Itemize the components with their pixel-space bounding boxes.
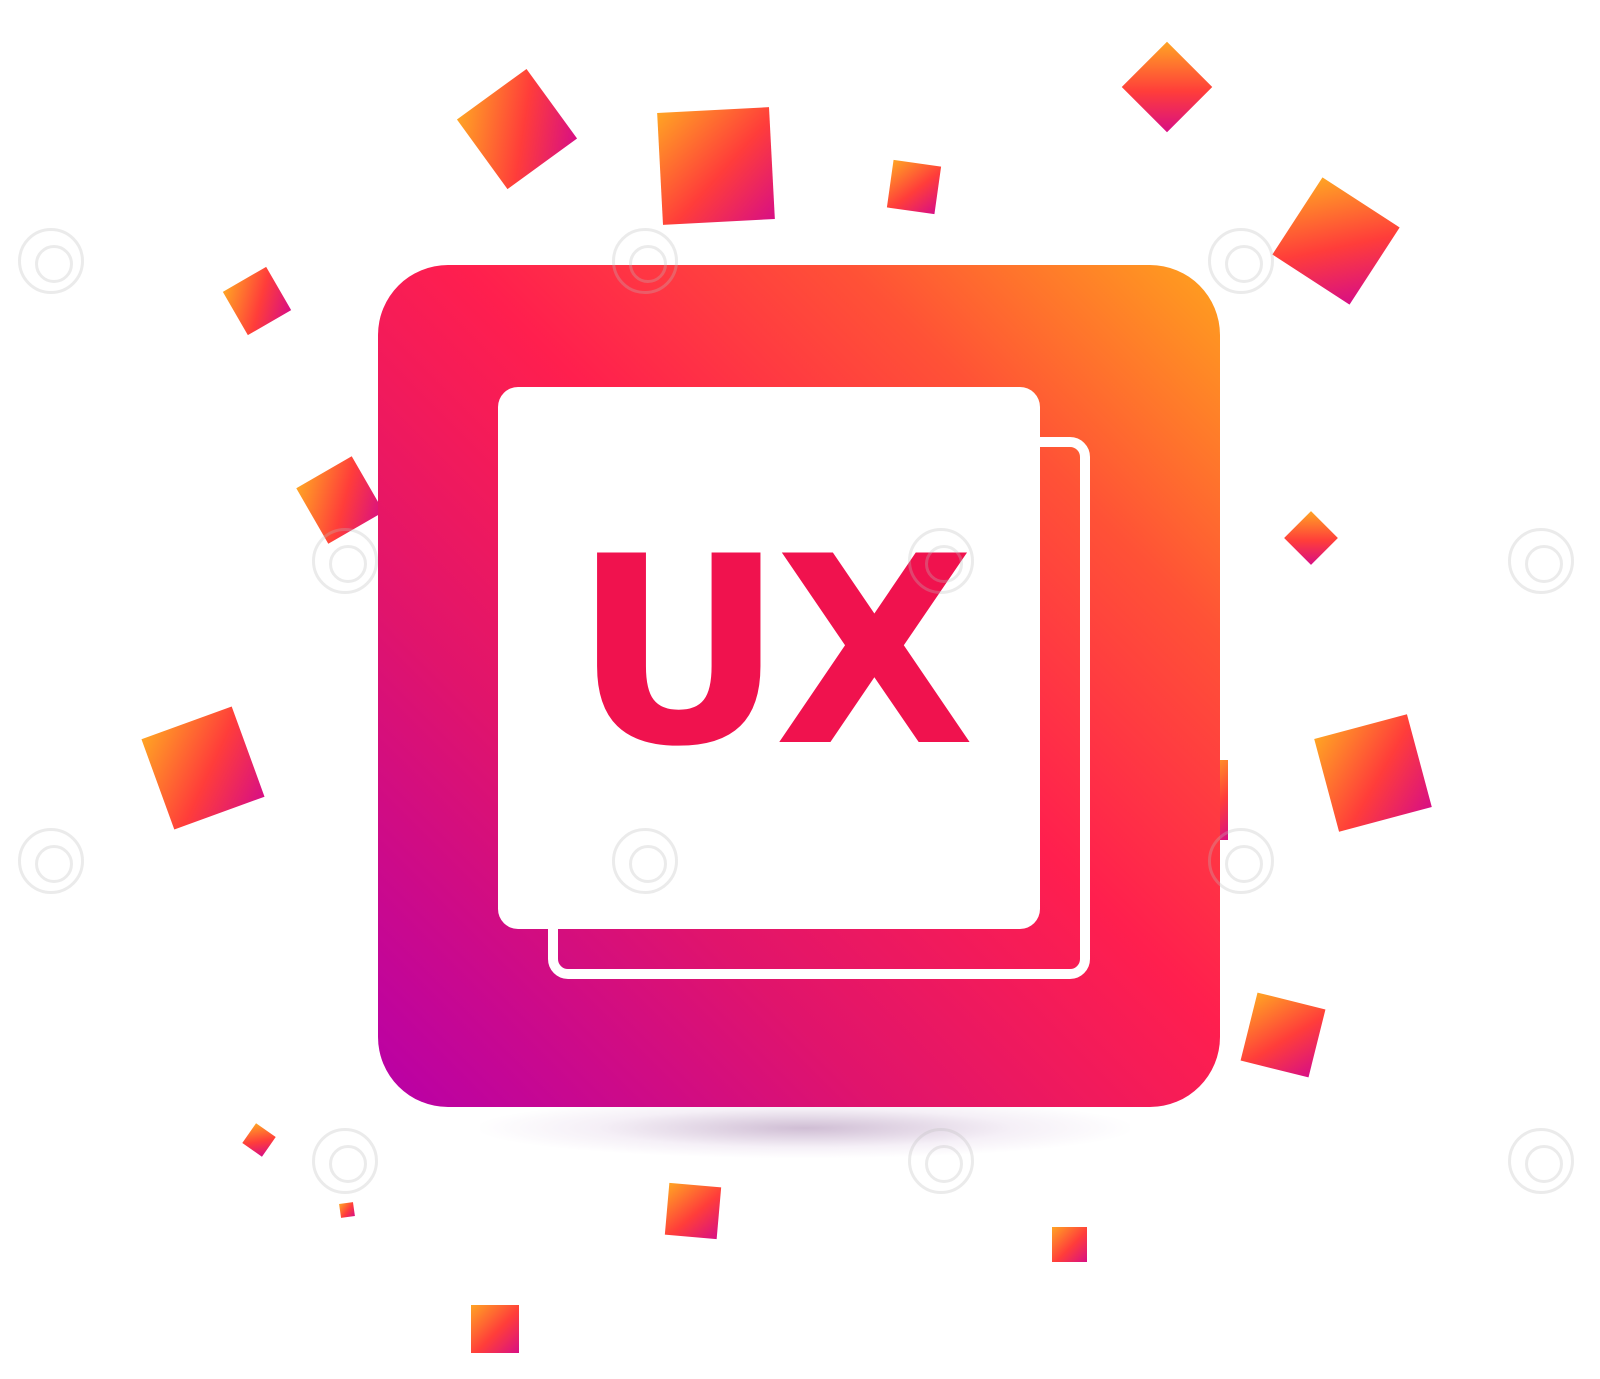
front-card: UX bbox=[498, 387, 1040, 929]
confetti-square bbox=[1284, 511, 1338, 565]
watermark-spiral-icon bbox=[1208, 828, 1274, 894]
watermark-spiral-icon bbox=[1508, 1128, 1574, 1194]
confetti-square bbox=[664, 1182, 722, 1240]
confetti-square bbox=[456, 68, 578, 190]
confetti-square bbox=[1240, 992, 1326, 1078]
watermark-spiral-icon bbox=[612, 828, 678, 894]
watermark-spiral-icon bbox=[18, 828, 84, 894]
watermark-spiral-icon bbox=[908, 1128, 974, 1194]
confetti-square bbox=[242, 1123, 276, 1157]
confetti-square bbox=[339, 1202, 355, 1218]
watermark-spiral-icon bbox=[612, 228, 678, 294]
ux-icon: UX bbox=[378, 265, 1220, 1107]
confetti-square bbox=[657, 107, 775, 225]
watermark-spiral-icon bbox=[1208, 228, 1274, 294]
icon-shadow bbox=[480, 1098, 1130, 1158]
confetti-square bbox=[1121, 41, 1213, 133]
confetti-square bbox=[222, 266, 292, 336]
confetti-square bbox=[1314, 714, 1432, 832]
confetti-square bbox=[141, 706, 265, 830]
confetti-square bbox=[886, 159, 942, 215]
watermark-spiral-icon bbox=[312, 528, 378, 594]
ux-label: UX bbox=[573, 502, 975, 804]
watermark-spiral-icon bbox=[1508, 528, 1574, 594]
watermark-spiral-icon bbox=[18, 228, 84, 294]
illustration: UX bbox=[0, 0, 1600, 1379]
watermark-spiral-icon bbox=[312, 1128, 378, 1194]
confetti-square bbox=[1272, 177, 1400, 305]
watermark-spiral-icon bbox=[908, 528, 974, 594]
confetti-square bbox=[1052, 1227, 1087, 1262]
confetti-square bbox=[471, 1305, 519, 1353]
